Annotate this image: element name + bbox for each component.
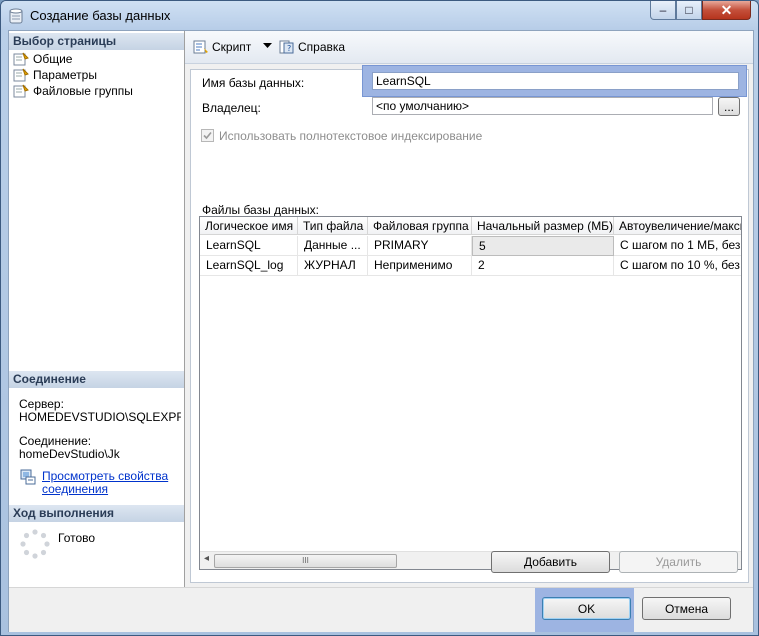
connection-value: homeDevStudio\Jk — [19, 447, 120, 461]
script-dropdown-button[interactable] — [263, 42, 272, 50]
toolbar: Скрипт ? Справка — [185, 31, 753, 64]
column-header-filegroup[interactable]: Файловая группа — [368, 217, 472, 235]
table-cell[interactable]: Данные ... — [298, 236, 368, 256]
table-cell[interactable]: LearnSQL — [200, 236, 298, 256]
ok-button[interactable]: OK — [542, 597, 631, 620]
column-header-initial-size[interactable]: Начальный размер (МБ) — [472, 217, 614, 235]
db-name-label: Имя базы данных: — [202, 76, 305, 90]
sidebar-item-label: Параметры — [33, 68, 97, 82]
table-cell[interactable]: LearnSQL_log — [200, 256, 298, 276]
page-settings-icon — [13, 84, 29, 98]
script-icon — [193, 40, 208, 54]
table-cell[interactable]: С шагом по 10 %, без ограничения — [614, 256, 741, 276]
minimize-button[interactable]: – — [650, 1, 676, 20]
add-button[interactable]: Добавить — [491, 551, 610, 573]
fulltext-label: Использовать полнотекстовое индексирован… — [219, 129, 483, 143]
svg-text:?: ? — [287, 44, 291, 53]
view-connection-properties-link[interactable]: Просмотреть свойства соединения — [42, 470, 168, 496]
owner-input[interactable]: <по умолчанию> — [372, 97, 713, 115]
cancel-button[interactable]: Отмена — [642, 597, 731, 620]
table-cell[interactable]: 2 — [472, 256, 614, 276]
help-button[interactable]: ? Справка — [279, 40, 345, 54]
remove-button[interactable]: Удалить — [619, 551, 738, 573]
owner-label: Владелец: — [202, 101, 261, 115]
scroll-thumb[interactable]: III — [214, 554, 397, 568]
page-settings-icon — [13, 52, 29, 66]
create-database-window: Создание базы данных – □ ✕ Выбор страниц… — [0, 0, 759, 636]
database-files-grid: Логическое имя Тип файла Файловая группа… — [199, 216, 742, 570]
progress-spinner-icon — [20, 529, 50, 559]
db-name-input[interactable]: LearnSQL — [372, 72, 739, 90]
help-label: Справка — [298, 40, 346, 54]
right-pane: Скрипт ? Справка Имя базы данных: LearnS… — [185, 31, 753, 587]
files-label: Файлы базы данных: — [202, 203, 319, 217]
sidebar-item-parameters[interactable]: Параметры — [13, 67, 97, 83]
owner-browse-button[interactable]: ... — [718, 97, 740, 116]
minimize-icon: – — [659, 3, 667, 17]
sidebar-item-filegroups[interactable]: Файловые группы — [13, 83, 133, 99]
general-page-form: Имя базы данных: LearnSQL Владелец: <по … — [190, 65, 749, 583]
table-cell[interactable]: PRIMARY — [368, 236, 472, 256]
database-icon — [9, 8, 23, 24]
column-header-autogrowth[interactable]: Автоувеличение/максимальный размер — [614, 217, 741, 235]
maximize-icon: □ — [685, 3, 693, 17]
progress-status: Готово — [58, 531, 96, 545]
sidebar-item-general[interactable]: Общие — [13, 51, 72, 67]
table-cell[interactable]: Неприменимо — [368, 256, 472, 276]
connection-label: Соединение: — [19, 434, 92, 448]
maximize-button[interactable]: □ — [676, 1, 702, 20]
chevron-down-icon — [263, 43, 272, 48]
connection-properties-icon — [20, 469, 36, 485]
dialog-footer: OK Отмена — [9, 587, 753, 632]
check-icon — [203, 131, 212, 140]
column-header-file-type[interactable]: Тип файла — [298, 217, 368, 235]
server-value: HOMEDEVSTUDIO\SQLEXPRESS — [19, 410, 181, 424]
sidebar-item-label: Общие — [33, 52, 73, 66]
sidebar-item-label: Файловые группы — [33, 84, 133, 98]
table-cell[interactable]: 5 — [472, 236, 614, 256]
connection-header: Соединение — [9, 371, 184, 388]
script-label: Скрипт — [212, 40, 252, 54]
window-title: Создание базы данных — [30, 8, 171, 23]
script-button[interactable]: Скрипт — [193, 40, 251, 54]
column-header-logical-name[interactable]: Логическое имя — [200, 217, 298, 235]
progress-header: Ход выполнения — [9, 505, 184, 522]
fulltext-checkbox[interactable] — [201, 129, 214, 142]
table-cell[interactable]: ЖУРНАЛ — [298, 256, 368, 276]
page-select-header: Выбор страницы — [9, 33, 184, 50]
page-settings-icon — [13, 68, 29, 82]
left-pane: Выбор страницы Общие Параметры Файловые … — [9, 31, 185, 587]
title-bar[interactable]: Создание базы данных – □ ✕ — [1, 1, 758, 30]
server-label: Сервер: — [19, 397, 64, 411]
help-icon: ? — [279, 40, 294, 54]
table-cell[interactable]: С шагом по 1 МБ, без ограничения — [614, 236, 741, 256]
close-button[interactable]: ✕ — [702, 1, 751, 20]
scroll-left-icon[interactable]: ◂ — [204, 553, 209, 564]
dialog-client: Выбор страницы Общие Параметры Файловые … — [8, 30, 754, 632]
close-icon: ✕ — [720, 1, 733, 18]
